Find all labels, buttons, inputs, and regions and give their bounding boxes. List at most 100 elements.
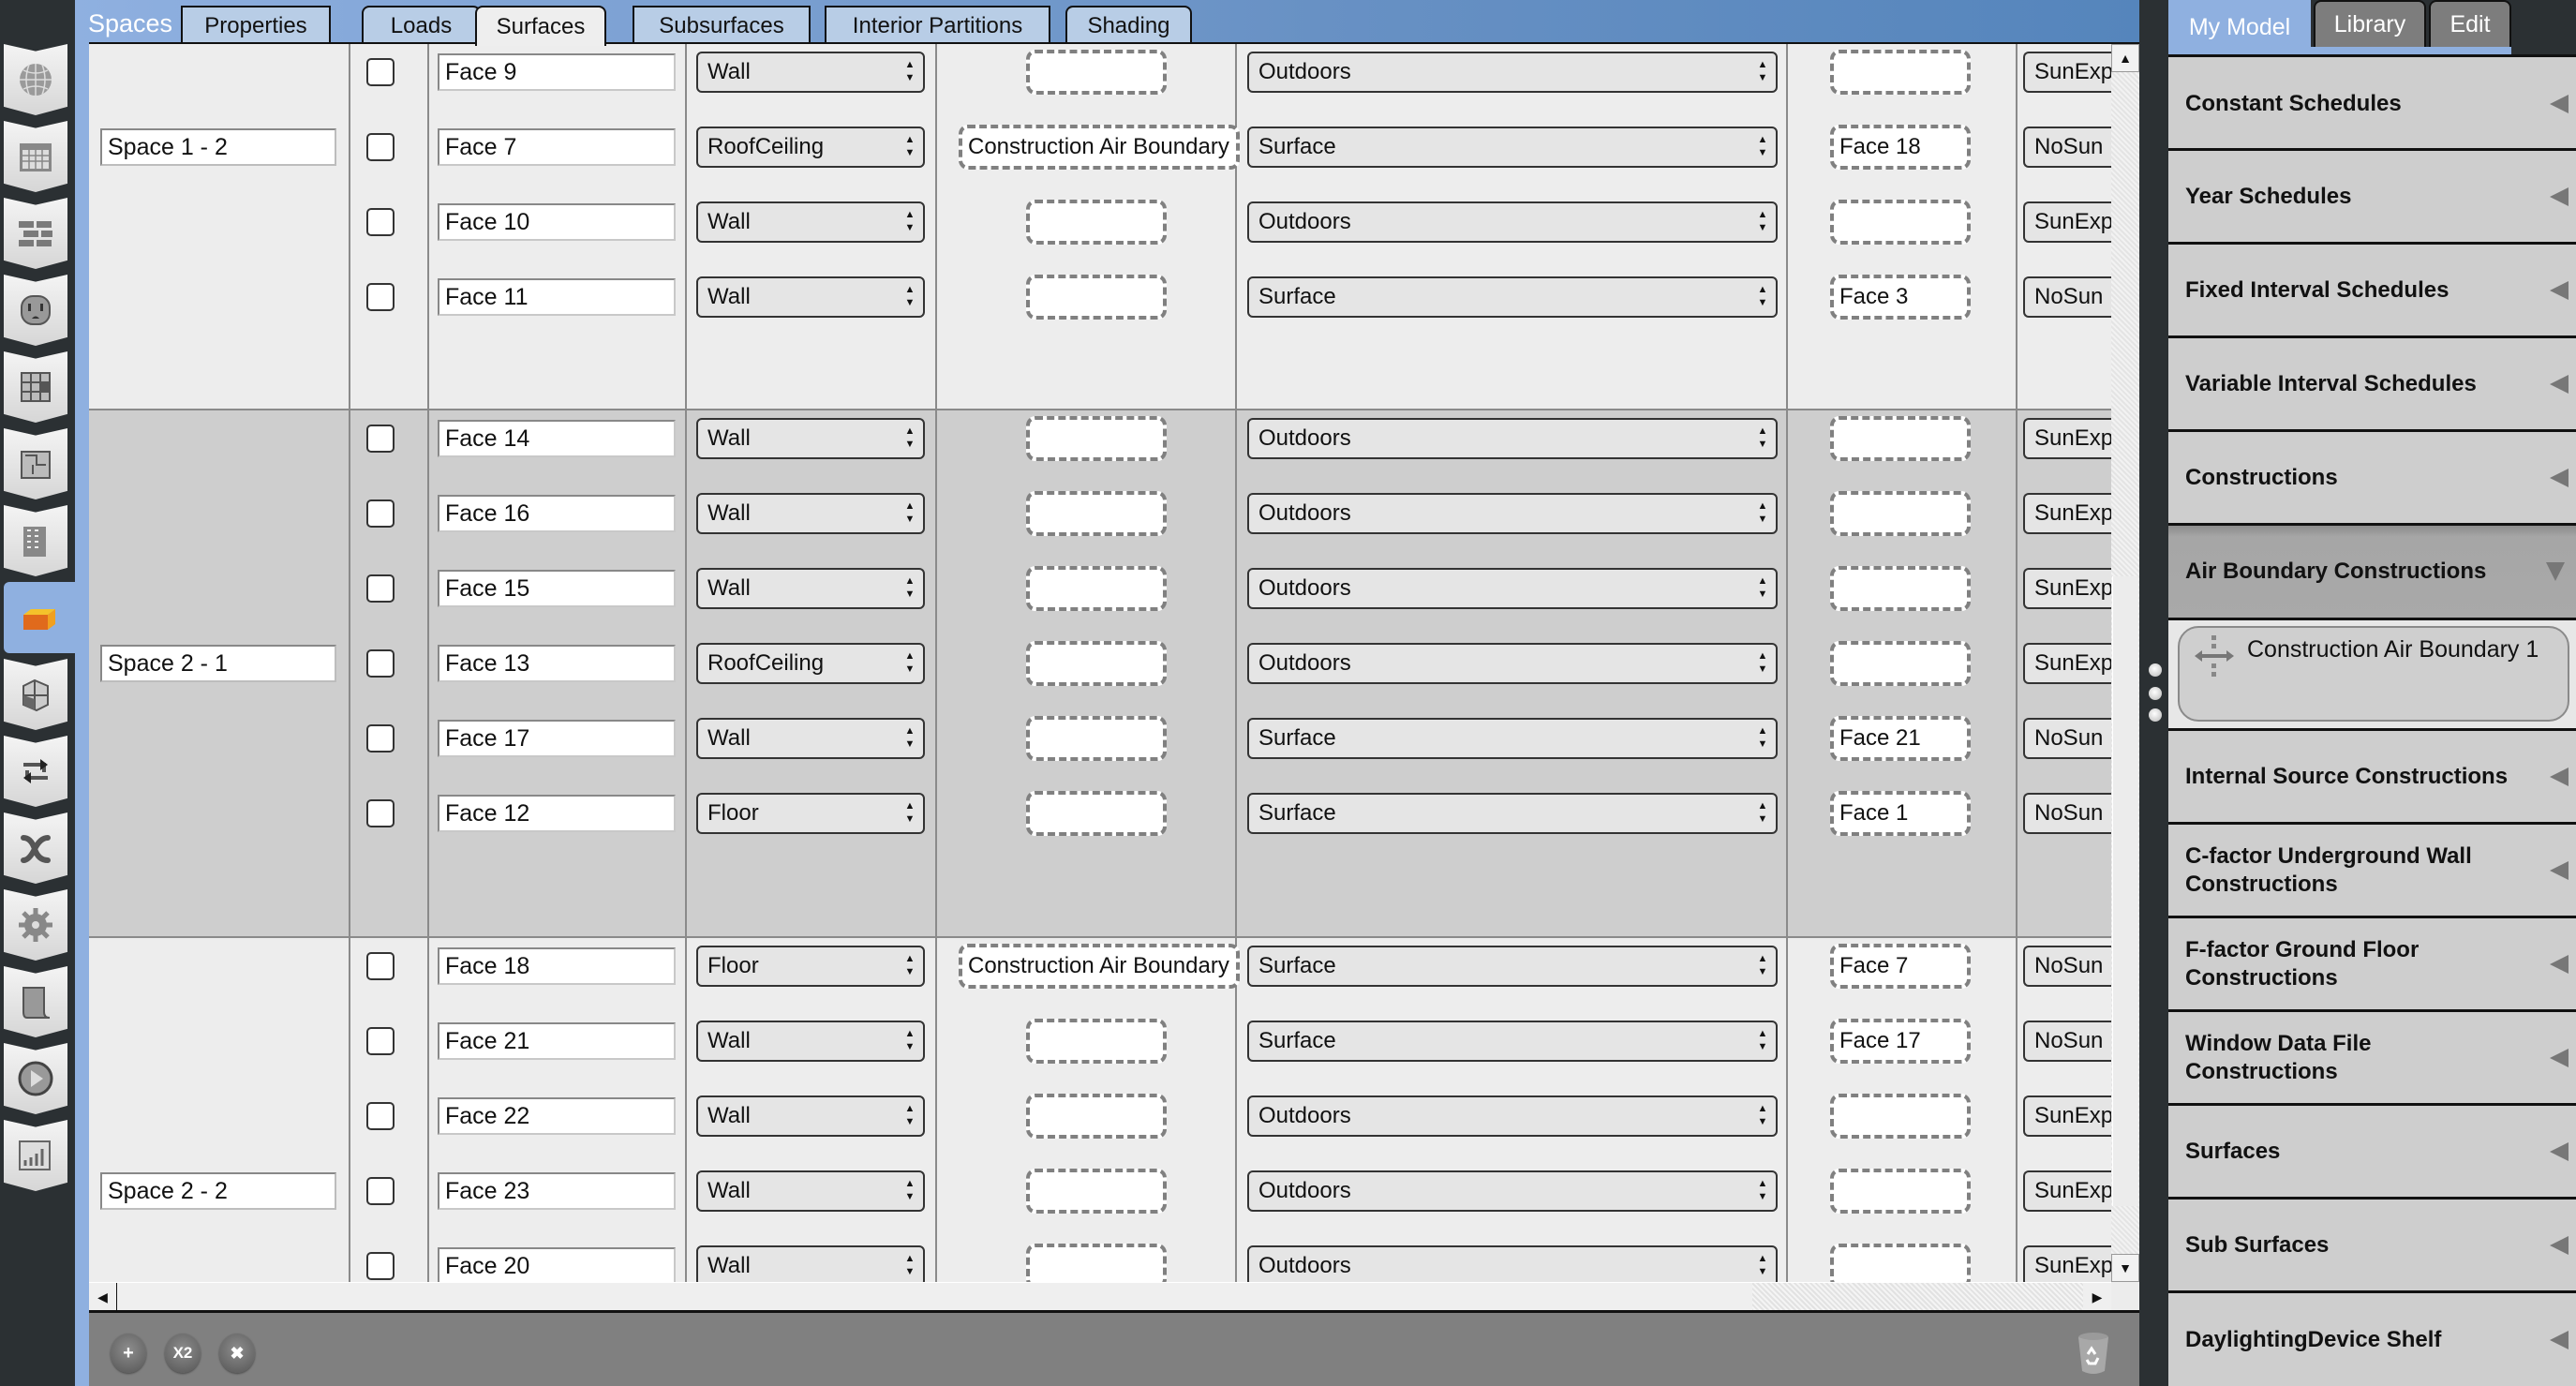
construction-drop-zone[interactable]: [1026, 1094, 1167, 1139]
space-name-input[interactable]: Space 2 - 1: [100, 645, 336, 682]
tab-shading[interactable]: Shading: [1065, 6, 1192, 44]
trash-icon[interactable]: [2076, 1332, 2111, 1375]
triangle-left-icon[interactable]: [2550, 1235, 2569, 1255]
triangle-left-icon[interactable]: [2550, 1048, 2569, 1067]
toolbar-item-loads[interactable]: [4, 275, 67, 346]
toolbar-item-thermal-zones[interactable]: [4, 659, 67, 730]
tab-library[interactable]: Library: [2314, 0, 2426, 47]
surface-name-input[interactable]: Face 10: [438, 203, 676, 241]
sun-exposure-select[interactable]: SunExposed: [2023, 1095, 2111, 1137]
remove-button[interactable]: ✖: [219, 1334, 255, 1373]
toolbar-item-constructions[interactable]: [4, 198, 67, 269]
toolbar-item-hvac-systems[interactable]: [4, 736, 67, 807]
sun-exposure-select[interactable]: NoSun: [2023, 793, 2111, 834]
sun-exposure-select[interactable]: SunExposed: [2023, 1170, 2111, 1212]
surface-type-select[interactable]: Wall ▲ ▼: [696, 1245, 925, 1282]
library-item-card[interactable]: Construction Air Boundary 1: [2178, 626, 2569, 722]
outside-boundary-condition-select[interactable]: Outdoors ▲ ▼: [1247, 1095, 1778, 1137]
sun-exposure-select[interactable]: SunExposed: [2023, 1245, 2111, 1282]
surface-select-checkbox[interactable]: [366, 574, 395, 603]
sun-exposure-select[interactable]: NoSun: [2023, 276, 2111, 318]
surface-select-checkbox[interactable]: [366, 952, 395, 980]
boundary-object-drop-zone[interactable]: [1830, 1094, 1971, 1139]
outside-boundary-condition-select[interactable]: Outdoors ▲ ▼: [1247, 568, 1778, 609]
boundary-object-drop-zone[interactable]: [1830, 200, 1971, 245]
construction-drop-zone[interactable]: [1026, 566, 1167, 611]
category-daylightingdevice-shelf[interactable]: DaylightingDevice Shelf: [2168, 1290, 2576, 1386]
vertical-scroll-thumb[interactable]: [2112, 576, 2138, 1206]
boundary-object-drop-zone[interactable]: Face 1: [1830, 791, 1971, 836]
surface-type-select[interactable]: Wall ▲ ▼: [696, 493, 925, 534]
construction-drop-zone[interactable]: Construction Air Boundary 1: [959, 944, 1240, 989]
surface-type-select[interactable]: Wall ▲ ▼: [696, 276, 925, 318]
copy-button[interactable]: X2: [165, 1334, 201, 1373]
surface-select-checkbox[interactable]: [366, 499, 395, 528]
toolbar-item-measures[interactable]: [4, 966, 67, 1037]
surface-type-select[interactable]: Wall ▲ ▼: [696, 568, 925, 609]
category-surfaces[interactable]: Surfaces: [2168, 1103, 2576, 1197]
surface-type-select[interactable]: RoofCeiling ▲ ▼: [696, 643, 925, 684]
surface-name-input[interactable]: Face 17: [438, 720, 676, 757]
boundary-object-drop-zone[interactable]: Face 7: [1830, 944, 1971, 989]
outside-boundary-condition-select[interactable]: Surface ▲ ▼: [1247, 946, 1778, 987]
category-window-data-file-constructions[interactable]: Window Data File Constructions: [2168, 1009, 2576, 1103]
boundary-object-drop-zone[interactable]: [1830, 641, 1971, 686]
sun-exposure-select[interactable]: SunExposed: [2023, 52, 2111, 93]
scroll-right-button[interactable]: ▶: [2083, 1283, 2111, 1311]
surface-select-checkbox[interactable]: [366, 799, 395, 827]
surface-name-input[interactable]: Face 12: [438, 795, 676, 832]
triangle-left-icon[interactable]: [2550, 860, 2569, 880]
boundary-object-drop-zone[interactable]: [1830, 416, 1971, 461]
space-name-input[interactable]: Space 2 - 2: [100, 1172, 336, 1210]
triangle-down-icon[interactable]: [2546, 562, 2565, 581]
category-constructions[interactable]: Constructions: [2168, 429, 2576, 523]
surface-select-checkbox[interactable]: [366, 724, 395, 753]
drag-handle-icon[interactable]: [2191, 633, 2238, 682]
category-sub-surfaces[interactable]: Sub Surfaces: [2168, 1197, 2576, 1290]
surface-type-select[interactable]: Wall ▲ ▼: [696, 418, 925, 459]
toolbar-item-space-types[interactable]: [4, 351, 67, 423]
surface-select-checkbox[interactable]: [366, 58, 395, 86]
boundary-object-drop-zone[interactable]: [1830, 566, 1971, 611]
construction-drop-zone[interactable]: Construction Air Boundary 1: [959, 125, 1240, 170]
surface-type-select[interactable]: Wall ▲ ▼: [696, 1021, 925, 1062]
outside-boundary-condition-select[interactable]: Surface ▲ ▼: [1247, 718, 1778, 759]
surface-type-select[interactable]: Wall ▲ ▼: [696, 201, 925, 243]
boundary-object-drop-zone[interactable]: Face 17: [1830, 1019, 1971, 1064]
outside-boundary-condition-select[interactable]: Surface ▲ ▼: [1247, 127, 1778, 168]
horizontal-scrollbar[interactable]: ◀ ▶: [89, 1282, 2111, 1311]
sun-exposure-select[interactable]: NoSun: [2023, 946, 2111, 987]
outside-boundary-condition-select[interactable]: Outdoors ▲ ▼: [1247, 1245, 1778, 1282]
category-air-boundary-constructions[interactable]: Air Boundary Constructions: [2168, 523, 2576, 618]
surface-name-input[interactable]: Face 18: [438, 947, 676, 985]
toolbar-item-spaces[interactable]: [4, 582, 75, 653]
surface-name-input[interactable]: Face 16: [438, 495, 676, 532]
outside-boundary-condition-select[interactable]: Outdoors ▲ ▼: [1247, 643, 1778, 684]
surface-name-input[interactable]: Face 13: [438, 645, 676, 682]
surface-select-checkbox[interactable]: [366, 1252, 395, 1280]
category-internal-source-constructions[interactable]: Internal Source Constructions: [2168, 728, 2576, 822]
surface-select-checkbox[interactable]: [366, 1177, 395, 1205]
construction-drop-zone[interactable]: [1026, 50, 1167, 95]
sun-exposure-select[interactable]: SunExposed: [2023, 568, 2111, 609]
triangle-left-icon[interactable]: [2550, 1330, 2569, 1349]
toolbar-item-geometry[interactable]: [4, 428, 67, 499]
surface-select-checkbox[interactable]: [366, 283, 395, 311]
surface-type-select[interactable]: Wall ▲ ▼: [696, 718, 925, 759]
toolbar-item-schedules[interactable]: [4, 121, 67, 192]
toolbar-item-results-summary[interactable]: [4, 1120, 67, 1191]
surface-select-checkbox[interactable]: [366, 649, 395, 678]
category-fixed-interval-schedules[interactable]: Fixed Interval Schedules: [2168, 242, 2576, 335]
vertical-scrollbar[interactable]: ▲ ▼: [2111, 44, 2139, 1282]
tab-edit[interactable]: Edit: [2429, 0, 2511, 47]
tab-loads[interactable]: Loads: [362, 6, 481, 44]
sun-exposure-select[interactable]: SunExposed: [2023, 493, 2111, 534]
sun-exposure-select[interactable]: NoSun: [2023, 1021, 2111, 1062]
surface-name-input[interactable]: Face 23: [438, 1172, 676, 1210]
scroll-left-button[interactable]: ◀: [89, 1283, 117, 1311]
construction-drop-zone[interactable]: [1026, 716, 1167, 761]
surface-name-input[interactable]: Face 21: [438, 1022, 676, 1060]
tab-subsurfaces[interactable]: Subsurfaces: [633, 6, 811, 44]
boundary-object-drop-zone[interactable]: [1830, 1169, 1971, 1214]
triangle-left-icon[interactable]: [2550, 954, 2569, 974]
